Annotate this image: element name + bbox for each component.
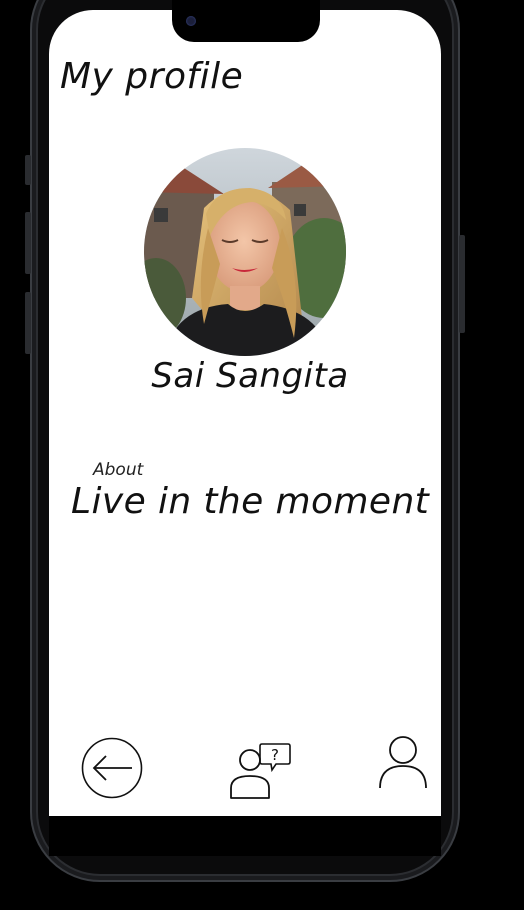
- svg-text:?: ?: [271, 746, 279, 764]
- app-screen: [49, 10, 441, 816]
- back-arrow-icon: [81, 737, 143, 799]
- volume-down-button: [25, 292, 31, 354]
- user-name: Sai Sangita: [151, 356, 349, 396]
- back-button[interactable]: [80, 736, 144, 800]
- about-label: About: [93, 460, 144, 480]
- page-title: My profile: [60, 56, 244, 97]
- avatar: [144, 148, 346, 356]
- user-help-icon: ?: [230, 743, 291, 799]
- help-button[interactable]: ?: [226, 740, 292, 802]
- volume-up-button: [25, 212, 31, 274]
- front-camera-icon: [186, 16, 196, 26]
- power-button: [459, 235, 465, 333]
- profile-button[interactable]: [376, 734, 430, 790]
- user-profile-icon: [379, 736, 427, 789]
- profile-photo-icon: [144, 148, 346, 356]
- silent-switch: [25, 155, 31, 185]
- bottom-bezel: [49, 816, 441, 856]
- device-stage: My profile Sai Sangita About Live in the…: [0, 0, 524, 910]
- about-text: Live in the moment: [71, 481, 430, 522]
